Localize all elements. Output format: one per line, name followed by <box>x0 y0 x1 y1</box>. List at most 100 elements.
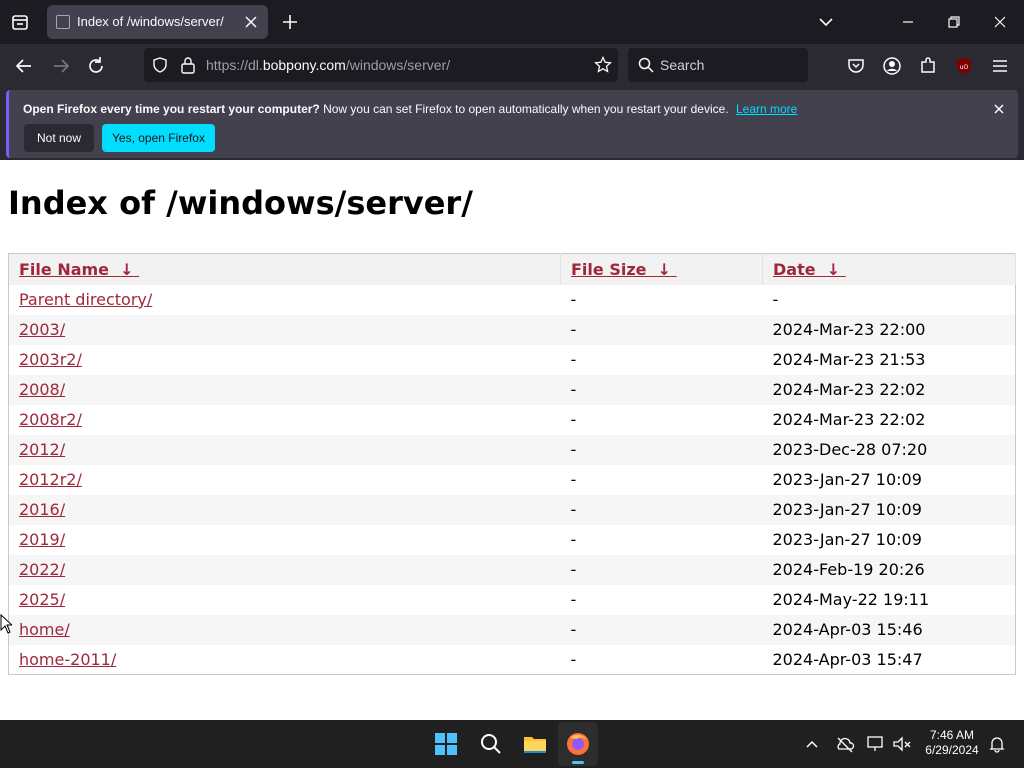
file-link[interactable]: 2025/ <box>19 590 65 609</box>
size-column-header: File Size ↓ <box>560 253 763 285</box>
date-cell: - <box>772 290 779 309</box>
file-name-cell: 2022/ <box>8 554 561 585</box>
file-size-cell: - <box>560 554 763 585</box>
file-explorer-icon[interactable] <box>521 730 549 758</box>
file-link[interactable]: Parent directory/ <box>19 290 152 309</box>
mouse-cursor-icon <box>0 614 12 634</box>
url-path: /windows/server/ <box>345 57 451 73</box>
file-link[interactable]: 2012/ <box>19 440 65 459</box>
notification-bar: Open Firefox every time you restart your… <box>0 88 1024 160</box>
file-name-cell: home-2011/ <box>9 645 561 675</box>
restore-icon[interactable] <box>944 12 964 32</box>
extensions-icon[interactable] <box>917 55 939 77</box>
new-tab-icon[interactable] <box>280 12 300 32</box>
file-name-cell: 2003/ <box>8 314 561 345</box>
file-link[interactable]: 2008r2/ <box>19 410 82 429</box>
sort-arrow-icon: ↓ <box>120 259 134 279</box>
minimize-icon[interactable] <box>898 12 918 32</box>
table-row: 2012/ -2023-Dec-28 07:20 <box>8 434 1016 465</box>
table-row: 2025/ - 2024-May-22 19:11 <box>9 585 1016 615</box>
active-app-indicator <box>572 761 584 764</box>
start-icon[interactable] <box>432 730 460 758</box>
url-domain: bobpony.com <box>262 57 346 73</box>
account-icon[interactable] <box>881 55 903 77</box>
sort-by-date-link[interactable]: Date ↓ <box>773 260 846 279</box>
file-size-cell: - <box>570 590 577 609</box>
shield-icon[interactable] <box>152 57 168 73</box>
forward-icon[interactable] <box>50 55 72 77</box>
notification-bell-icon[interactable] <box>988 735 1006 753</box>
notification-body: Now you can set Firefox to open automati… <box>323 102 729 116</box>
file-table: File Name ↓ File Size ↓ Date ↓ Parent di… <box>8 253 1016 675</box>
sort-by-size-link[interactable]: File Size ↓ <box>571 260 677 279</box>
name-column-header: File Name ↓ <box>8 253 561 285</box>
learn-more-link[interactable]: Learn more <box>736 102 797 116</box>
taskbar: 7:46 AM 6/29/2024 <box>0 720 1024 768</box>
file-size-cell: - <box>560 434 763 465</box>
table-row: 2003r2/ - 2024-Mar-23 21:53 <box>9 345 1016 375</box>
menu-icon[interactable] <box>989 55 1011 77</box>
firefox-taskbar-button[interactable] <box>558 722 598 766</box>
volume-muted-icon[interactable] <box>892 735 912 753</box>
table-row: 2008/ -2024-Mar-23 22:02 <box>8 374 1016 405</box>
navigation-toolbar: https://dl.bobpony.com/windows/server/ S… <box>0 44 1024 88</box>
file-name-cell: 2003r2/ <box>9 345 561 375</box>
file-link[interactable]: home-2011/ <box>19 650 116 669</box>
taskbar-search-icon[interactable] <box>477 730 505 758</box>
file-link[interactable]: 2012r2/ <box>19 470 82 489</box>
file-link[interactable]: 2019/ <box>19 530 65 549</box>
file-size-cell: - <box>560 374 763 405</box>
tab-list-icon[interactable] <box>8 10 32 34</box>
tab-title: Index of /windows/server/ <box>77 14 224 29</box>
file-link[interactable]: 2003/ <box>19 320 65 339</box>
file-name-cell: Parent directory/ <box>9 285 561 315</box>
date-cell: 2023-Jan-27 10:09 <box>772 470 922 489</box>
date-cell: 2023-Dec-28 07:20 <box>762 434 1016 465</box>
address-bar[interactable]: https://dl.bobpony.com/windows/server/ <box>144 48 618 82</box>
show-hidden-icons-icon[interactable] <box>805 738 819 750</box>
sort-arrow-icon: ↓ <box>657 259 672 279</box>
pocket-icon[interactable] <box>845 55 867 77</box>
yes-open-firefox-button[interactable]: Yes, open Firefox <box>102 124 215 152</box>
lock-icon[interactable] <box>180 56 196 74</box>
system-clock[interactable]: 7:46 AM 6/29/2024 <box>918 728 986 758</box>
reload-icon[interactable] <box>85 55 107 77</box>
bookmark-star-icon[interactable] <box>594 56 612 74</box>
network-icon[interactable] <box>866 735 886 753</box>
search-bar[interactable]: Search <box>628 48 808 82</box>
tab-close-icon[interactable] <box>242 13 260 31</box>
firefox-icon <box>567 733 589 755</box>
clock-time: 7:46 AM <box>929 728 975 742</box>
file-name-cell: 2025/ <box>9 585 561 615</box>
file-size-cell: - <box>570 530 577 549</box>
table-row: Parent directory/ - - <box>9 285 1016 315</box>
date-cell: 2024-Mar-23 22:02 <box>762 374 1016 405</box>
url-text[interactable]: https://dl.bobpony.com/windows/server/ <box>206 57 450 73</box>
sort-arrow-icon: ↓ <box>826 259 841 279</box>
sort-by-name-link[interactable]: File Name ↓ <box>19 260 139 279</box>
file-link[interactable]: 2016/ <box>19 500 65 519</box>
file-link[interactable]: 2008/ <box>19 380 65 399</box>
onedrive-icon[interactable] <box>835 735 855 753</box>
file-name-cell: 2012r2/ <box>9 465 561 495</box>
date-cell: 2024-Mar-23 22:00 <box>762 314 1016 345</box>
file-link[interactable]: 2022/ <box>19 560 65 579</box>
file-name-cell: 2012/ <box>8 434 561 465</box>
svg-text:uO: uO <box>960 64 969 71</box>
date-header-label: Date <box>773 259 816 279</box>
ublock-icon[interactable]: uO <box>953 55 975 77</box>
close-notification-icon[interactable] <box>992 102 1006 116</box>
file-link[interactable]: 2003r2/ <box>19 350 82 369</box>
file-link[interactable]: home/ <box>19 620 70 639</box>
date-cell: 2024-Mar-23 22:02 <box>772 410 926 429</box>
page-content: Index of /windows/server/ File Name ↓ Fi… <box>0 160 1024 720</box>
close-window-icon[interactable] <box>990 12 1010 32</box>
table-row: 2008r2/ - 2024-Mar-23 22:02 <box>9 405 1016 435</box>
back-icon[interactable] <box>13 55 35 77</box>
list-all-tabs-icon[interactable] <box>816 12 836 32</box>
file-size-cell: - <box>560 314 763 345</box>
active-tab[interactable]: Index of /windows/server/ <box>47 5 268 39</box>
notification-box: Open Firefox every time you restart your… <box>6 90 1018 158</box>
notification-message: Open Firefox every time you restart your… <box>23 102 797 116</box>
not-now-button[interactable]: Not now <box>24 124 94 152</box>
